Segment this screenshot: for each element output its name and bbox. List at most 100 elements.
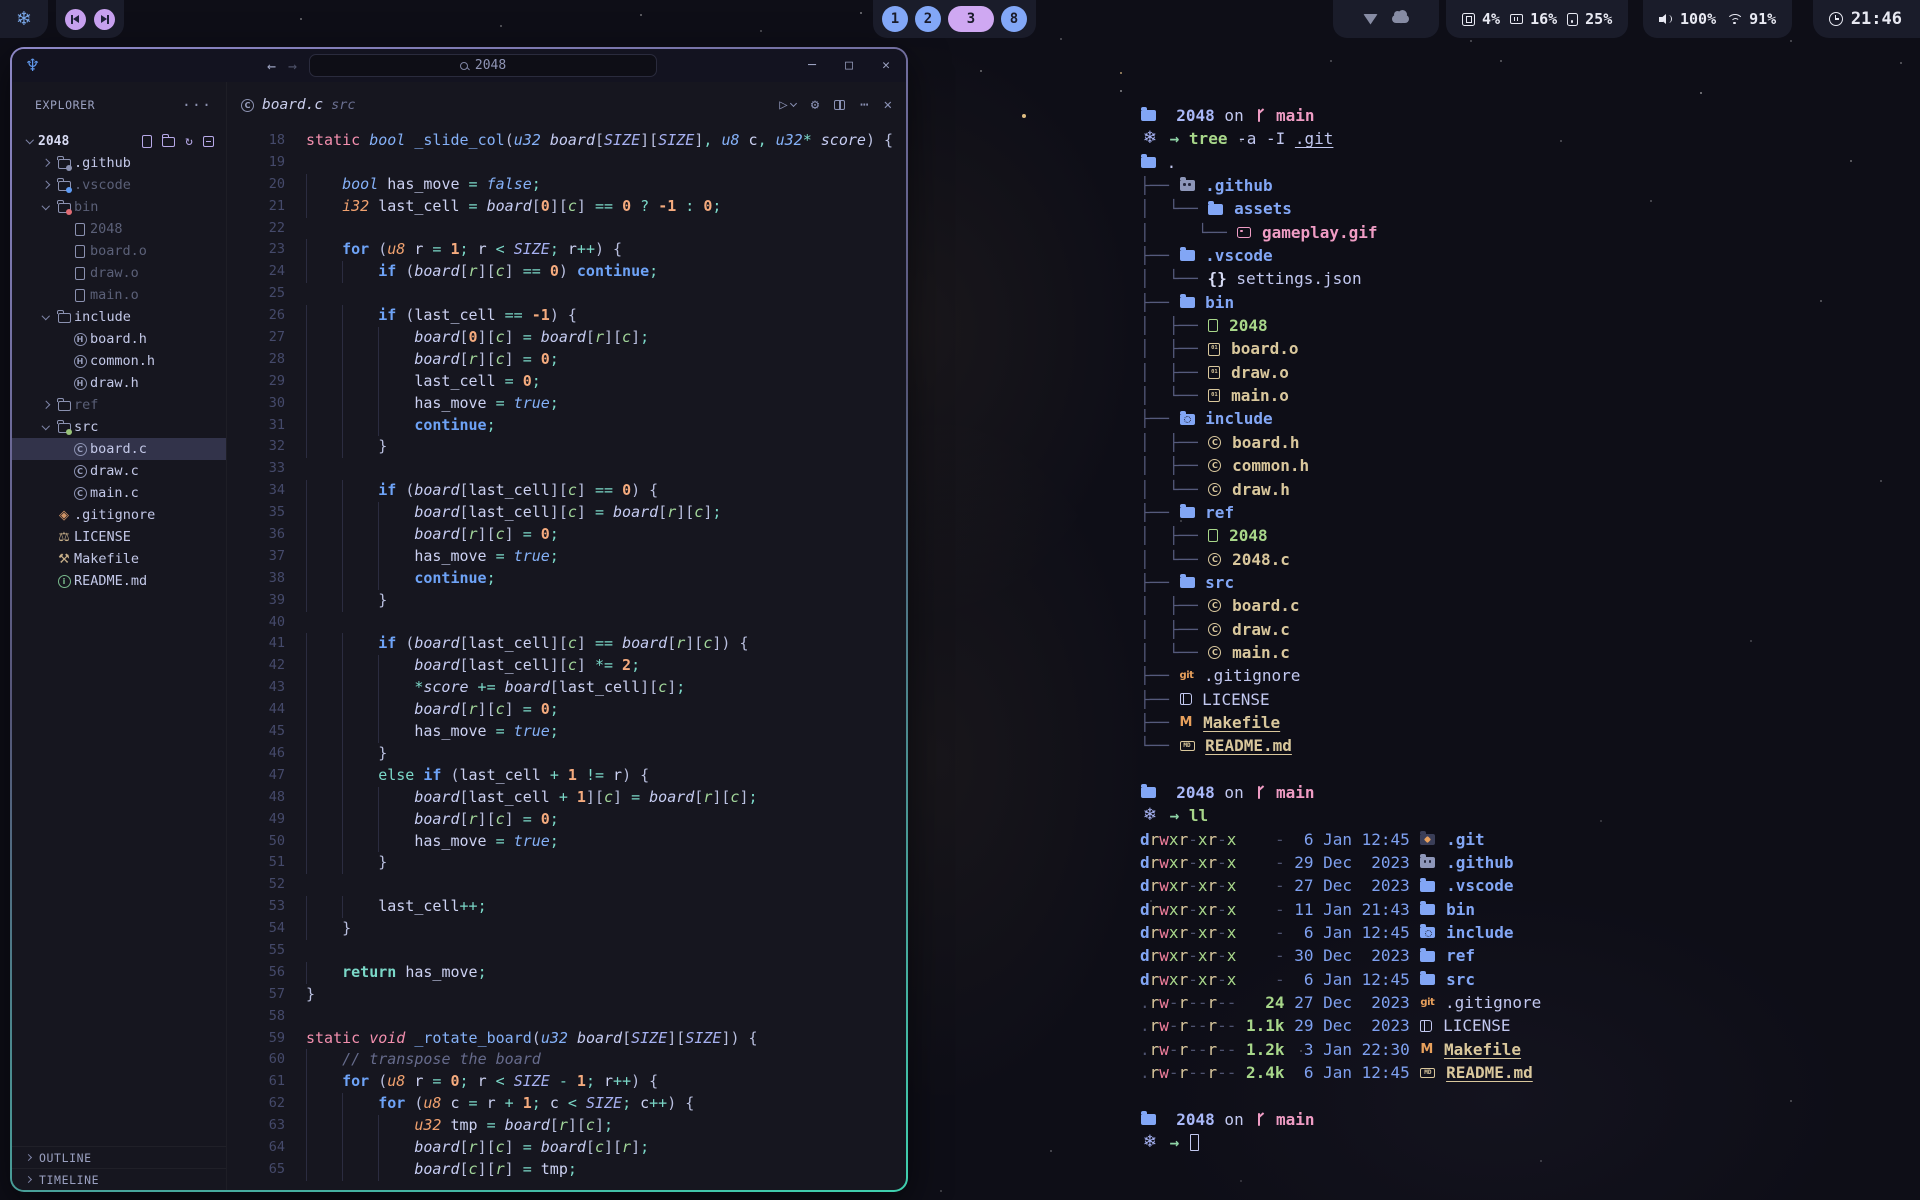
tree-item-draw-o[interactable]: draw.o [12,262,226,284]
tree-item-src[interactable]: src [12,416,226,438]
code-line-41[interactable]: 41if (board[last_cell][c] == board[r][c]… [227,633,906,655]
tree-item-draw-h[interactable]: Hdraw.h [12,372,226,394]
code-line-28[interactable]: 28board[r][c] = 0; [227,349,906,371]
title-bar[interactable]: ♆ ← → 2048 ─ □ ✕ [12,49,906,82]
code-line-24[interactable]: 24if (board[r][c] == 0) continue; [227,261,906,283]
more-actions-button[interactable]: ⋯ [860,97,868,113]
code-line-35[interactable]: 35board[last_cell][c] = board[r][c]; [227,502,906,524]
code-line-19[interactable]: 19 [227,152,906,174]
code-line-63[interactable]: 63u32 tmp = board[r][c]; [227,1115,906,1137]
code-line-48[interactable]: 48board[last_cell + 1][c] = board[r][c]; [227,787,906,809]
tree-item-include[interactable]: include [12,306,226,328]
refresh-button[interactable]: ↻ [185,135,193,148]
media-previous-button[interactable] [65,9,86,30]
code-line-37[interactable]: 37has_move = true; [227,546,906,568]
code-area[interactable]: 18static bool _slide_col(u32 board[SIZE]… [227,128,906,1190]
maximize-button[interactable]: □ [841,58,857,73]
panel-outline[interactable]: OUTLINE [12,1146,226,1168]
code-line-39[interactable]: 39} [227,590,906,612]
code-line-27[interactable]: 27board[0][c] = board[r][c]; [227,327,906,349]
split-editor-button[interactable] [834,100,845,110]
tree-item-bin[interactable]: bin [12,196,226,218]
collapse-all-button[interactable] [203,136,214,147]
code-line-31[interactable]: 31continue; [227,415,906,437]
code-line-25[interactable]: 25 [227,283,906,305]
tree-item-ref[interactable]: ref [12,394,226,416]
command-search-box[interactable]: 2048 [309,54,657,77]
code-line-36[interactable]: 36board[r][c] = 0; [227,524,906,546]
tree-item-main-c[interactable]: Cmain.c [12,482,226,504]
code-line-51[interactable]: 51} [227,852,906,874]
tree-item-2048[interactable]: 2048↻ [12,130,226,152]
clock-widget[interactable]: 21:46 [1813,0,1920,38]
tree-item-board-c[interactable]: Cboard.c [12,438,226,460]
tree-item-draw-c[interactable]: Cdraw.c [12,460,226,482]
tree-item-main-o[interactable]: main.o [12,284,226,306]
code-line-64[interactable]: 64board[r][c] = board[c][r]; [227,1137,906,1159]
terminal[interactable]: 2048 on main❄ → tree -a -I .git .├── .gi… [1140,104,1910,1190]
code-line-46[interactable]: 46} [227,743,906,765]
workspace-8[interactable]: 8 [1001,6,1027,32]
minimize-button[interactable]: ─ [804,58,820,73]
media-next-button[interactable] [94,9,115,30]
code-line-57[interactable]: 57} [227,984,906,1006]
code-line-45[interactable]: 45has_move = true; [227,721,906,743]
code-line-22[interactable]: 22 [227,218,906,240]
tree-item--gitignore[interactable]: ◈.gitignore [12,504,226,526]
tree-item-board-h[interactable]: Hboard.h [12,328,226,350]
code-line-62[interactable]: 62for (u8 c = r + 1; c < SIZE; c++) { [227,1093,906,1115]
code-line-59[interactable]: 59static void _rotate_board(u32 board[SI… [227,1028,906,1050]
code-line-44[interactable]: 44board[r][c] = 0; [227,699,906,721]
workspace-2[interactable]: 2 [915,6,941,32]
code-line-33[interactable]: 33 [227,458,906,480]
explorer-more-button[interactable]: ··· [182,96,212,114]
tree-item-common-h[interactable]: Hcommon.h [12,350,226,372]
line-number: 46 [227,743,285,765]
code-line-50[interactable]: 50has_move = true; [227,831,906,853]
new-file-button[interactable] [142,135,152,148]
history-back-button[interactable]: ← [267,57,276,75]
new-folder-button[interactable] [162,135,175,147]
run-button[interactable]: ▷ [779,97,795,113]
code-line-61[interactable]: 61for (u8 r = 0; r < SIZE - 1; r++) { [227,1071,906,1093]
code-line-54[interactable]: 54} [227,918,906,940]
tree-item-license[interactable]: ⚖LICENSE [12,526,226,548]
launcher-button[interactable]: ❄ [0,0,48,38]
tree-item--github[interactable]: .github [12,152,226,174]
code-line-34[interactable]: 34if (board[last_cell][c] == 0) { [227,480,906,502]
close-button[interactable]: ✕ [878,58,894,73]
code-line-43[interactable]: 43*score += board[last_cell][c]; [227,677,906,699]
tab-board-c[interactable]: C board.c src [241,97,356,113]
code-line-52[interactable]: 52 [227,874,906,896]
workspace-1[interactable]: 1 [882,6,908,32]
tree-item-makefile[interactable]: ⚒Makefile [12,548,226,570]
tree-item--vscode[interactable]: .vscode [12,174,226,196]
code-line-42[interactable]: 42board[last_cell][c] *= 2; [227,655,906,677]
panel-timeline[interactable]: TIMELINE [12,1168,226,1190]
settings-gear-button[interactable]: ⚙ [811,97,819,113]
history-forward-button[interactable]: → [288,57,297,75]
code-line-40[interactable]: 40 [227,612,906,634]
code-line-26[interactable]: 26if (last_cell == -1) { [227,305,906,327]
code-line-65[interactable]: 65board[c][r] = tmp; [227,1159,906,1181]
code-line-30[interactable]: 30has_move = true; [227,393,906,415]
code-line-60[interactable]: 60// transpose the board [227,1049,906,1071]
code-line-32[interactable]: 32} [227,436,906,458]
code-line-55[interactable]: 55 [227,940,906,962]
code-line-18[interactable]: 18static bool _slide_col(u32 board[SIZE]… [227,130,906,152]
code-line-20[interactable]: 20bool has_move = false; [227,174,906,196]
code-line-53[interactable]: 53last_cell++; [227,896,906,918]
code-line-49[interactable]: 49board[r][c] = 0; [227,809,906,831]
close-editor-button[interactable]: ✕ [884,97,892,113]
code-line-47[interactable]: 47else if (last_cell + 1 != r) { [227,765,906,787]
tree-item-board-o[interactable]: board.o [12,240,226,262]
code-line-29[interactable]: 29last_cell = 0; [227,371,906,393]
workspace-3-active[interactable]: 3 [948,6,994,32]
code-line-58[interactable]: 58 [227,1006,906,1028]
code-line-38[interactable]: 38continue; [227,568,906,590]
tree-item-2048[interactable]: 2048 [12,218,226,240]
code-line-23[interactable]: 23for (u8 r = 1; r < SIZE; r++) { [227,239,906,261]
code-line-56[interactable]: 56return has_move; [227,962,906,984]
tree-item-readme-md[interactable]: iREADME.md [12,570,226,592]
code-line-21[interactable]: 21i32 last_cell = board[0][c] == 0 ? -1 … [227,196,906,218]
